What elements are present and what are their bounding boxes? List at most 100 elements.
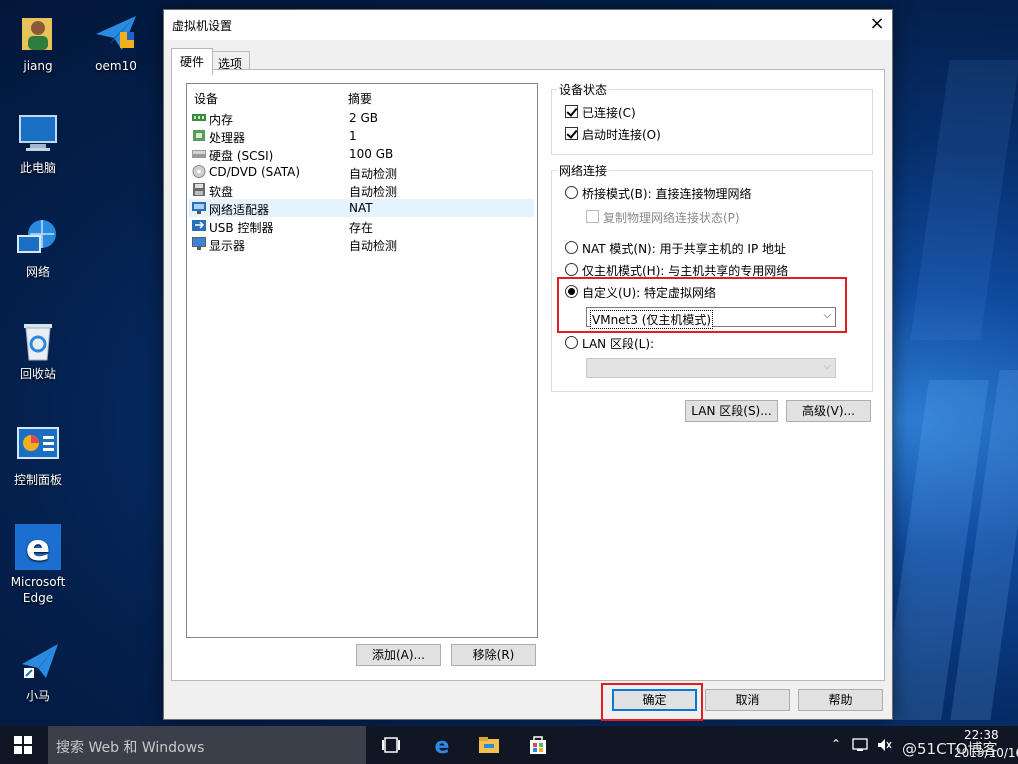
dialog-title: 虚拟机设置: [172, 19, 233, 33]
desktop-icon-network[interactable]: 网络: [2, 216, 74, 280]
device-status-group: [551, 89, 873, 155]
task-view-icon[interactable]: [380, 734, 402, 756]
paper-plane-icon: [94, 10, 138, 54]
device-name: CD/DVD (SATA): [209, 165, 301, 179]
remove-device-button[interactable]: 移除(R): [451, 644, 536, 666]
replicate-state-checkbox[interactable]: [586, 210, 599, 223]
desktop-icon-this-pc[interactable]: 此电脑: [2, 112, 74, 176]
device-summary: 自动检测: [349, 185, 398, 199]
taskbar: 搜索 Web 和 Windows e ⌃ 22:38 2019/10/16 @5…: [0, 726, 1018, 764]
desktop-icon-label: 回收站: [19, 367, 56, 381]
floppy-icon: [192, 183, 206, 196]
connect-at-power-on-checkbox[interactable]: [565, 127, 578, 140]
memory-icon: [192, 111, 206, 124]
connect-at-power-on-label[interactable]: 启动时连接(O): [582, 126, 661, 143]
device-summary: 1: [349, 129, 357, 143]
desktop-icon-xiaoma[interactable]: 小马: [2, 640, 74, 704]
desktop-icon-control-panel[interactable]: 控制面板: [2, 424, 74, 488]
edge-icon[interactable]: e: [431, 734, 453, 759]
lan-segment-select[interactable]: ⌵: [586, 358, 836, 378]
search-input[interactable]: 搜索 Web 和 Windows: [48, 726, 366, 764]
desktop-icon-edge[interactable]: e Microsoft Edge: [2, 524, 74, 606]
lan-segment-radio[interactable]: [565, 336, 578, 349]
connected-checkbox[interactable]: [565, 105, 578, 118]
device-name: 处理器: [209, 131, 246, 145]
tab-hardware[interactable]: 硬件: [171, 48, 214, 75]
network-adapter-icon: [192, 201, 206, 214]
hardware-panel: 设备 摘要 内存 2 GB 处理器 1 硬盘 (SCSI) 100 GB CD/…: [171, 69, 885, 681]
host-only-radio[interactable]: [565, 263, 578, 276]
summary-column-header[interactable]: 摘要: [348, 90, 372, 107]
highlight-box: [557, 277, 847, 333]
svg-text:e: e: [26, 528, 50, 569]
help-button[interactable]: 帮助: [798, 689, 883, 711]
device-summary: 自动检测: [349, 239, 398, 253]
usb-icon: [192, 219, 206, 232]
highlight-box: [601, 683, 703, 721]
vm-settings-dialog: 虚拟机设置 × 硬件 选项 设备 摘要 内存 2 GB 处理器 1 硬盘 (SCS…: [163, 9, 893, 721]
device-name: USB 控制器: [209, 221, 274, 235]
connected-label[interactable]: 已连接(C): [582, 104, 636, 121]
close-icon[interactable]: ×: [862, 10, 892, 40]
chevron-down-icon: ⌵: [823, 361, 831, 372]
monitor-icon: [192, 237, 206, 250]
device-row-cpu[interactable]: 处理器 1: [189, 127, 534, 145]
bridged-radio[interactable]: [565, 186, 578, 199]
device-name: 内存: [209, 113, 234, 127]
cpu-icon: [192, 129, 206, 142]
desktop-icon-label: 网络: [25, 265, 50, 279]
device-column-header[interactable]: 设备: [194, 90, 218, 107]
device-summary: 2 GB: [349, 111, 378, 125]
control-panel-icon: [16, 424, 60, 468]
desktop-icon-user[interactable]: jiang: [2, 10, 74, 74]
harddisk-icon: [192, 147, 206, 160]
svg-text:e: e: [435, 734, 450, 756]
bridged-label[interactable]: 桥接模式(B): 直接连接物理网络: [582, 185, 751, 202]
nat-radio[interactable]: [565, 241, 578, 254]
desktop-icon-oem10[interactable]: oem10: [80, 10, 152, 74]
add-device-button[interactable]: 添加(A)...: [356, 644, 441, 666]
watermark: @51CTO博客: [902, 740, 998, 758]
network-tray-icon[interactable]: [852, 737, 868, 753]
file-explorer-icon[interactable]: [478, 734, 500, 756]
device-row-memory[interactable]: 内存 2 GB: [189, 109, 534, 127]
windows-start-icon[interactable]: [14, 736, 36, 758]
cancel-button[interactable]: 取消: [705, 689, 790, 711]
paper-plane-icon: [16, 640, 60, 684]
device-name: 硬盘 (SCSI): [209, 149, 274, 163]
desktop-icon-label: Microsoft Edge: [10, 575, 66, 605]
device-row-cdrom[interactable]: CD/DVD (SATA) 自动检测: [189, 163, 534, 181]
title-bar: 虚拟机设置 ×: [164, 10, 892, 40]
device-name: 显示器: [209, 239, 246, 253]
search-placeholder: 搜索 Web 和 Windows: [56, 740, 205, 756]
network-connection-label: 网络连接: [557, 162, 610, 179]
device-summary: 自动检测: [349, 167, 398, 181]
edge-icon: e: [15, 524, 61, 570]
device-row-floppy[interactable]: 软盘 自动检测: [189, 181, 534, 199]
wallpaper-beam: [910, 60, 1018, 340]
device-name: 网络适配器: [209, 203, 270, 217]
advanced-button[interactable]: 高级(V)...: [786, 400, 871, 422]
lan-segments-button[interactable]: LAN 区段(S)...: [685, 400, 778, 422]
desktop-icon-label: jiang: [23, 59, 53, 73]
device-list[interactable]: 设备 摘要 内存 2 GB 处理器 1 硬盘 (SCSI) 100 GB CD/…: [186, 83, 538, 638]
nat-label[interactable]: NAT 模式(N): 用于共享主机的 IP 地址: [582, 240, 786, 257]
tab-strip: 硬件 选项: [171, 48, 251, 75]
device-summary: 存在: [349, 221, 374, 235]
desktop-icon-recycle-bin[interactable]: 回收站: [2, 318, 74, 382]
lan-segment-label[interactable]: LAN 区段(L):: [582, 335, 654, 352]
computer-icon: [16, 112, 60, 156]
device-row-usb[interactable]: USB 控制器 存在: [189, 217, 534, 235]
store-icon[interactable]: [527, 734, 549, 756]
volume-muted-icon[interactable]: [876, 737, 892, 753]
device-row-harddisk[interactable]: 硬盘 (SCSI) 100 GB: [189, 145, 534, 163]
desktop-icon-label: oem10: [95, 59, 137, 73]
device-row-monitor[interactable]: 显示器 自动检测: [189, 235, 534, 253]
replicate-state-label[interactable]: 复制物理网络连接状态(P): [603, 209, 740, 226]
device-row-network-adapter[interactable]: 网络适配器 NAT: [189, 199, 534, 217]
device-name: 软盘: [209, 185, 234, 199]
chevron-up-icon[interactable]: ⌃: [831, 737, 841, 751]
desktop-icon-label: 此电脑: [19, 161, 56, 175]
user-folder-icon: [16, 10, 60, 54]
desktop-icon-label: 小马: [25, 689, 50, 703]
